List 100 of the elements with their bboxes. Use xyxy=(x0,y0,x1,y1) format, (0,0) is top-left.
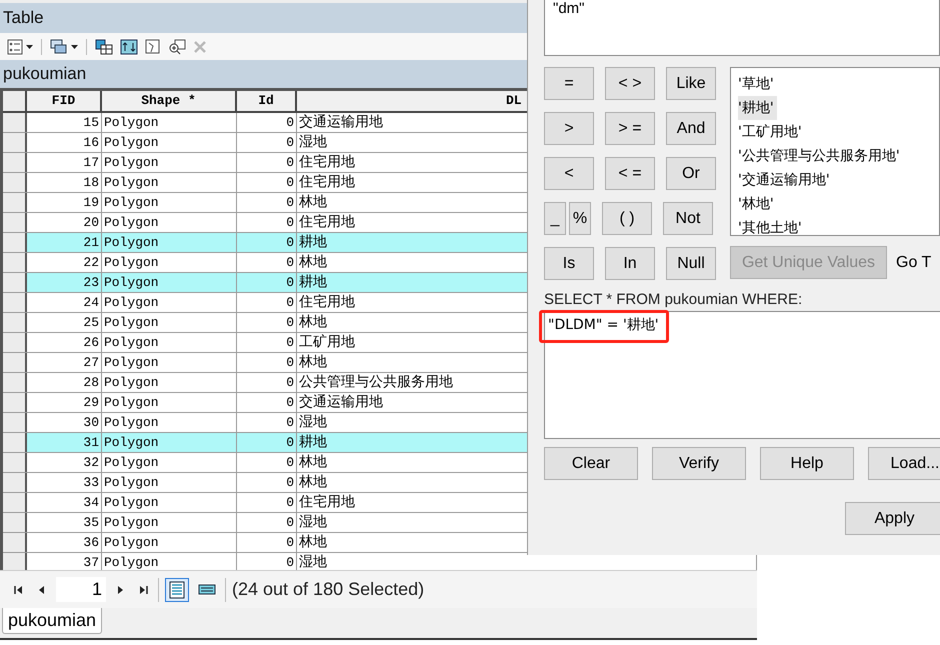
table-cell: 0 xyxy=(237,353,297,372)
row-selector[interactable] xyxy=(3,213,27,232)
next-page-icon[interactable] xyxy=(115,584,125,594)
row-selector[interactable] xyxy=(3,113,27,132)
zoom-icon xyxy=(168,38,186,54)
table-cell: 16 xyxy=(27,133,102,152)
row-selector[interactable] xyxy=(3,373,27,392)
operator-button[interactable]: In xyxy=(605,247,655,280)
dialog-button[interactable]: Load... xyxy=(868,447,940,480)
operator-button[interactable]: > = xyxy=(605,112,655,145)
table-cell: 22 xyxy=(27,253,102,272)
operator-button[interactable]: > xyxy=(544,112,594,145)
table-cell: 27 xyxy=(27,353,102,372)
selected-records-icon xyxy=(198,584,216,596)
table-name: pukoumian xyxy=(3,64,86,84)
toolbar-button[interactable] xyxy=(118,38,140,56)
row-selector[interactable] xyxy=(3,313,27,332)
table-cell: Polygon xyxy=(102,133,237,152)
column-header[interactable]: Id xyxy=(237,91,297,111)
table-cell: Polygon xyxy=(102,493,237,512)
operator-button[interactable]: % xyxy=(569,202,591,235)
first-page-icon[interactable] xyxy=(13,584,25,594)
dialog-button[interactable]: Clear xyxy=(544,447,638,480)
table-cell: Polygon xyxy=(102,273,237,292)
row-selector[interactable] xyxy=(3,493,27,512)
table-cell: 35 xyxy=(27,513,102,532)
table-cell: Polygon xyxy=(102,173,237,192)
row-selector[interactable] xyxy=(3,473,27,492)
table-cell: 0 xyxy=(237,453,297,472)
row-selector[interactable] xyxy=(3,513,27,532)
view-toggle[interactable] xyxy=(165,578,189,602)
toolbar-button[interactable] xyxy=(5,38,35,56)
operator-button[interactable]: Like xyxy=(666,67,716,100)
row-selector[interactable] xyxy=(3,433,27,452)
last-page-icon[interactable] xyxy=(137,584,149,594)
operator-button[interactable]: < > xyxy=(605,67,655,100)
row-selector[interactable] xyxy=(3,353,27,372)
table-cell: 0 xyxy=(237,273,297,292)
tables-icon xyxy=(50,38,68,54)
row-selector[interactable] xyxy=(3,193,27,212)
selection-status: (24 out of 180 Selected) xyxy=(232,579,424,600)
table-cell: 0 xyxy=(237,173,297,192)
table-row[interactable]: 37 Polygon 0 湿地 xyxy=(3,553,757,570)
table-cell: Polygon xyxy=(102,253,237,272)
value-item[interactable]: '草地' xyxy=(738,72,777,96)
dialog-button[interactable]: Verify xyxy=(652,447,746,480)
column-header[interactable]: FID xyxy=(27,91,102,111)
table-cell: 24 xyxy=(27,293,102,312)
table-cell: 21 xyxy=(27,233,102,252)
row-selector[interactable] xyxy=(3,273,27,292)
table-cell: 33 xyxy=(27,473,102,492)
row-selector[interactable] xyxy=(3,173,27,192)
apply-button[interactable]: Apply xyxy=(845,502,940,535)
table-cell: 0 xyxy=(237,313,297,332)
field-item[interactable]: "dm" xyxy=(553,3,584,15)
table-cell: Polygon xyxy=(102,433,237,452)
table-cell: 28 xyxy=(27,373,102,392)
row-selector[interactable] xyxy=(3,253,27,272)
previous-page-icon[interactable] xyxy=(37,584,47,594)
row-selector[interactable] xyxy=(3,453,27,472)
row-selector[interactable] xyxy=(3,333,27,352)
table-cell: 25 xyxy=(27,313,102,332)
operator-button[interactable]: Not xyxy=(663,202,713,235)
table-cell: 0 xyxy=(237,413,297,432)
table-cell: Polygon xyxy=(102,293,237,312)
page-field[interactable]: 1 xyxy=(56,577,106,602)
go-to-label: Go T xyxy=(896,254,932,272)
operator-button[interactable]: < xyxy=(544,157,594,190)
row-selector[interactable] xyxy=(3,553,27,570)
row-selector[interactable] xyxy=(3,153,27,172)
table-cell: Polygon xyxy=(102,513,237,532)
row-selector[interactable] xyxy=(3,533,27,552)
table-cell: Polygon xyxy=(102,353,237,372)
row-selector[interactable] xyxy=(3,233,27,252)
table-tab[interactable]: pukoumian xyxy=(2,608,102,634)
table-cell: 34 xyxy=(27,493,102,512)
table-cell: Polygon xyxy=(102,473,237,492)
table-cell: 0 xyxy=(237,493,297,512)
table-cell: 31 xyxy=(27,433,102,452)
dialog-button[interactable]: Help xyxy=(760,447,854,480)
operator-button[interactable]: _ xyxy=(544,202,566,235)
table-cell: Polygon xyxy=(102,373,237,392)
row-selector[interactable] xyxy=(3,133,27,152)
toolbar-button[interactable] xyxy=(93,38,115,56)
row-selector[interactable] xyxy=(3,413,27,432)
operator-button[interactable]: Null xyxy=(666,247,716,280)
row-selector[interactable] xyxy=(3,393,27,412)
row-selector[interactable] xyxy=(3,293,27,312)
operator-button[interactable]: < = xyxy=(605,157,655,190)
toolbar-button[interactable] xyxy=(48,38,80,56)
operator-button[interactable]: Is xyxy=(544,247,594,280)
operator-button[interactable]: = xyxy=(544,67,594,100)
operator-button[interactable]: And xyxy=(666,112,716,145)
column-header[interactable]: Shape * xyxy=(102,91,237,111)
table-cell: Polygon xyxy=(102,533,237,552)
value-item[interactable]: '耕地' xyxy=(738,96,777,120)
operator-button[interactable]: Or xyxy=(666,157,716,190)
table-cell: Polygon xyxy=(102,193,237,212)
operator-button[interactable]: ( ) xyxy=(602,202,652,235)
table-cell: Polygon xyxy=(102,313,237,332)
